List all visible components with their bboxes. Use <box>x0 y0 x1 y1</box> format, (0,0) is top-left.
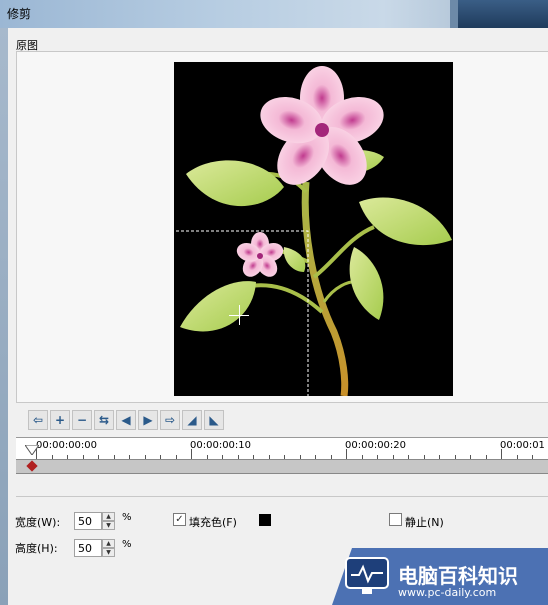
spin-up-icon[interactable]: ▲ <box>102 512 115 521</box>
timeline-ruler[interactable]: 00:00:00:00 00:00:00:10 00:00:00:20 00:0… <box>16 437 548 459</box>
watermark-url: www.pc-daily.com <box>398 586 497 599</box>
watermark-title: 电脑百科知识 <box>398 564 518 588</box>
rotate-left-icon[interactable]: ◢ <box>182 410 202 430</box>
spin-up-icon[interactable]: ▲ <box>102 539 115 548</box>
rotate-right-icon[interactable]: ◣ <box>204 410 224 430</box>
still-checkbox[interactable] <box>389 513 402 526</box>
still-label[interactable]: 静止(N) <box>405 514 444 530</box>
prev-frame-icon[interactable]: ◀ <box>116 410 136 430</box>
watermark: 电脑百科知识 www.pc-daily.com <box>332 548 548 605</box>
height-unit: % <box>122 539 132 550</box>
height-spinner[interactable]: ▲▼ <box>74 539 115 557</box>
separator <box>16 496 548 497</box>
fill-color-label[interactable]: 填充色(F) <box>189 514 237 530</box>
timecode-label: 00:00:00:20 <box>345 440 407 451</box>
swap-icon[interactable]: ⇆ <box>94 410 114 430</box>
spin-down-icon[interactable]: ▼ <box>102 548 115 557</box>
arrow-left-icon[interactable]: ⇦ <box>28 410 48 430</box>
fill-color-swatch[interactable] <box>259 514 271 526</box>
width-unit: % <box>122 512 132 523</box>
edit-toolbar: ⇦ + − ⇆ ◀ ▶ ⇨ ◢ ◣ <box>28 410 224 430</box>
title-bar: 修剪 <box>0 0 548 28</box>
minus-icon[interactable]: − <box>72 410 92 430</box>
background-window-fragment <box>458 0 548 28</box>
height-input[interactable] <box>74 539 102 557</box>
width-input[interactable] <box>74 512 102 530</box>
playhead-icon[interactable] <box>25 445 39 455</box>
width-label: 宽度(W): <box>15 516 61 529</box>
window-title: 修剪 <box>7 7 32 21</box>
next-frame-icon[interactable]: ▶ <box>138 410 158 430</box>
preview-canvas[interactable] <box>174 62 453 396</box>
timecode-label: 00:00:00:00 <box>36 440 98 451</box>
ruler-tick <box>346 449 347 459</box>
height-label: 高度(H): <box>15 542 58 555</box>
timecode-label: 00:00:00:10 <box>190 440 252 451</box>
arrow-right-icon[interactable]: ⇨ <box>160 410 180 430</box>
plus-icon[interactable]: + <box>50 410 70 430</box>
fill-color-checkbox[interactable]: ✓ <box>173 513 186 526</box>
spin-down-icon[interactable]: ▼ <box>102 521 115 530</box>
flower-image <box>176 66 452 396</box>
ruler-tick <box>501 449 502 459</box>
timecode-label: 00:00:01 <box>500 440 545 451</box>
width-spinner[interactable]: ▲▼ <box>74 512 115 530</box>
timeline-track[interactable] <box>16 459 548 474</box>
window-edge <box>0 28 8 605</box>
ruler-tick <box>191 449 192 459</box>
